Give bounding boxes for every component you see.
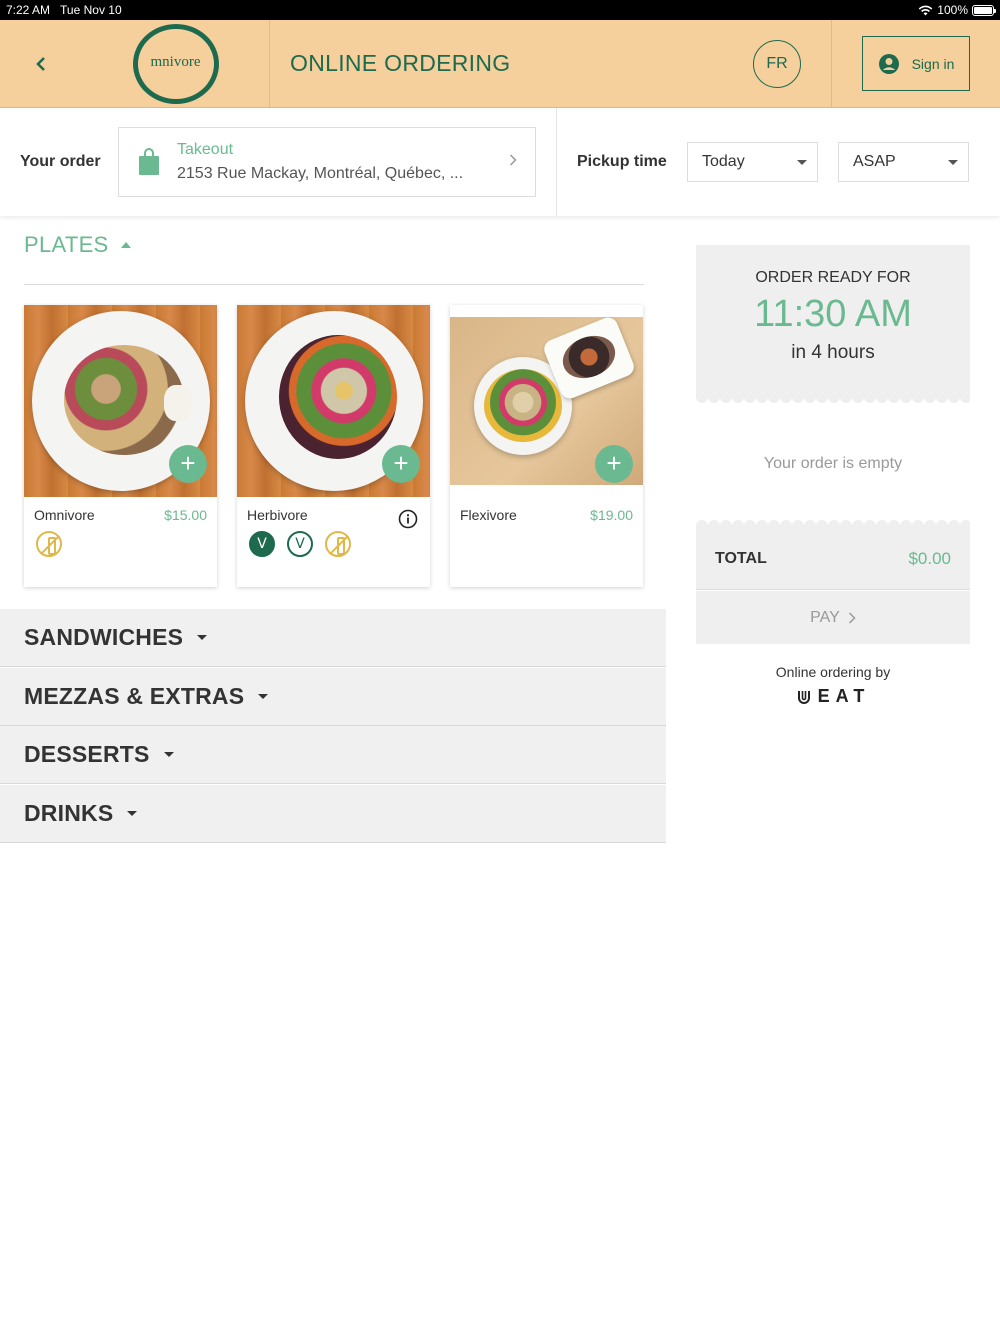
info-icon[interactable] — [398, 509, 418, 529]
sign-in-button[interactable]: Sign in — [862, 36, 970, 91]
order-ready-eta: in 4 hours — [791, 342, 875, 363]
cart-total-row: TOTAL $0.00 — [696, 528, 970, 590]
pickup-time-select[interactable]: ASAP — [838, 142, 969, 182]
menu-item-name: Herbivore — [247, 507, 308, 523]
diet-badges: V V — [249, 531, 351, 557]
pickup-time-label: Pickup time — [577, 153, 667, 170]
category-mezzas-extras[interactable]: MEZZAS & EXTRAS — [0, 668, 666, 726]
gluten-free-icon — [36, 531, 62, 557]
plus-icon: + — [606, 448, 622, 478]
diet-badges — [36, 531, 62, 557]
status-time: 7:22 AM — [6, 3, 51, 17]
add-to-cart-button[interactable]: + — [595, 445, 633, 483]
category-desserts[interactable]: DESSERTS — [0, 726, 666, 784]
vegan-icon: V — [249, 531, 275, 557]
order-mode-selector[interactable]: Takeout 2153 Rue Mackay, Montréal, Québe… — [118, 127, 536, 197]
menu-item-photo: + — [450, 305, 643, 497]
add-to-cart-button[interactable]: + — [382, 445, 420, 483]
battery-icon — [972, 4, 996, 16]
pay-label: PAY — [810, 608, 840, 626]
cart-empty-message: Your order is empty — [763, 455, 903, 472]
vegetarian-icon: V — [287, 531, 313, 557]
menu-item-card[interactable]: + Omnivore $15.00 — [24, 305, 217, 587]
category-sandwiches[interactable]: SANDWICHES — [0, 609, 666, 667]
status-right: 100% — [918, 3, 996, 17]
menu-item-photo: + — [237, 305, 430, 497]
category-label: MEZZAS & EXTRAS — [24, 683, 245, 709]
app-header: mnivore ONLINE ORDERING FR Sign in — [0, 19, 1000, 108]
category-label: DRINKS — [24, 800, 114, 826]
menu-item-card[interactable]: + Herbivore V V — [237, 305, 430, 587]
section-divider — [24, 284, 644, 285]
order-bar-divider — [556, 108, 557, 216]
ueat-u-icon — [797, 690, 810, 704]
status-bar: 7:22 AM Tue Nov 10 100% — [0, 0, 1000, 20]
caret-down-icon — [258, 694, 269, 699]
header-divider — [831, 19, 832, 108]
pay-button[interactable]: PAY — [696, 591, 970, 644]
page-title: ONLINE ORDERING — [290, 50, 511, 76]
menu-item-name: Omnivore — [34, 507, 95, 523]
user-icon — [878, 53, 899, 74]
chevron-right-icon — [509, 154, 517, 166]
order-ready-panel: ORDER READY FOR 11:30 AM in 4 hours — [696, 245, 970, 395]
total-value: $0.00 — [908, 548, 951, 568]
plus-icon: + — [393, 448, 409, 478]
powered-by-text: Online ordering by — [775, 664, 891, 680]
caret-up-icon — [120, 242, 131, 248]
plus-icon: + — [180, 448, 196, 478]
order-bar: Your order Takeout 2153 Rue Mackay, Mont… — [0, 108, 1000, 216]
pickup-address: 2153 Rue Mackay, Montréal, Québec, ... — [177, 165, 464, 182]
add-to-cart-button[interactable]: + — [169, 445, 207, 483]
menu-item-price: $15.00 — [164, 507, 207, 523]
category-label: DESSERTS — [24, 741, 150, 767]
logo-text: mnivore — [150, 53, 201, 70]
menu-item-photo: + — [24, 305, 217, 497]
caret-down-icon — [197, 635, 208, 640]
caret-down-icon — [948, 160, 958, 165]
scalloped-edge — [696, 395, 970, 405]
order-mode-label: Takeout — [177, 141, 234, 158]
menu-item-price: $19.00 — [590, 507, 633, 523]
caret-down-icon — [163, 752, 174, 757]
category-label: SANDWICHES — [24, 624, 184, 650]
shopping-bag-icon — [139, 148, 159, 175]
battery-percent: 100% — [937, 3, 968, 17]
your-order-label: Your order — [20, 153, 101, 170]
status-date: Tue Nov 10 — [60, 3, 122, 17]
language-toggle-button[interactable]: FR — [753, 39, 801, 88]
pickup-day-value: Today — [702, 153, 745, 170]
logo-area: mnivore — [0, 19, 270, 108]
gluten-free-icon — [325, 531, 351, 557]
wifi-icon — [919, 5, 933, 15]
caret-down-icon — [797, 160, 807, 165]
menu-item-name: Flexivore — [460, 507, 517, 523]
menu-item-card[interactable]: + Flexivore $19.00 — [450, 305, 643, 587]
caret-down-icon — [127, 811, 138, 816]
order-ready-label: ORDER READY FOR — [755, 269, 911, 286]
scalloped-edge — [696, 518, 970, 528]
omnivore-logo[interactable]: mnivore — [132, 23, 219, 104]
pickup-day-select[interactable]: Today — [687, 142, 818, 182]
chevron-right-icon — [848, 611, 856, 624]
category-drinks[interactable]: DRINKS — [0, 785, 666, 843]
section-title-plates: PLATES — [24, 232, 109, 257]
order-ready-time: 11:30 AM — [754, 293, 912, 335]
ueat-wordmark: EAT — [817, 686, 871, 706]
total-label: TOTAL — [715, 549, 767, 567]
section-toggle-plates[interactable]: PLATES — [24, 232, 131, 258]
ueat-logo[interactable]: EAT — [696, 686, 970, 707]
pickup-time-value: ASAP — [853, 153, 896, 170]
sign-in-label: Sign in — [911, 55, 955, 72]
